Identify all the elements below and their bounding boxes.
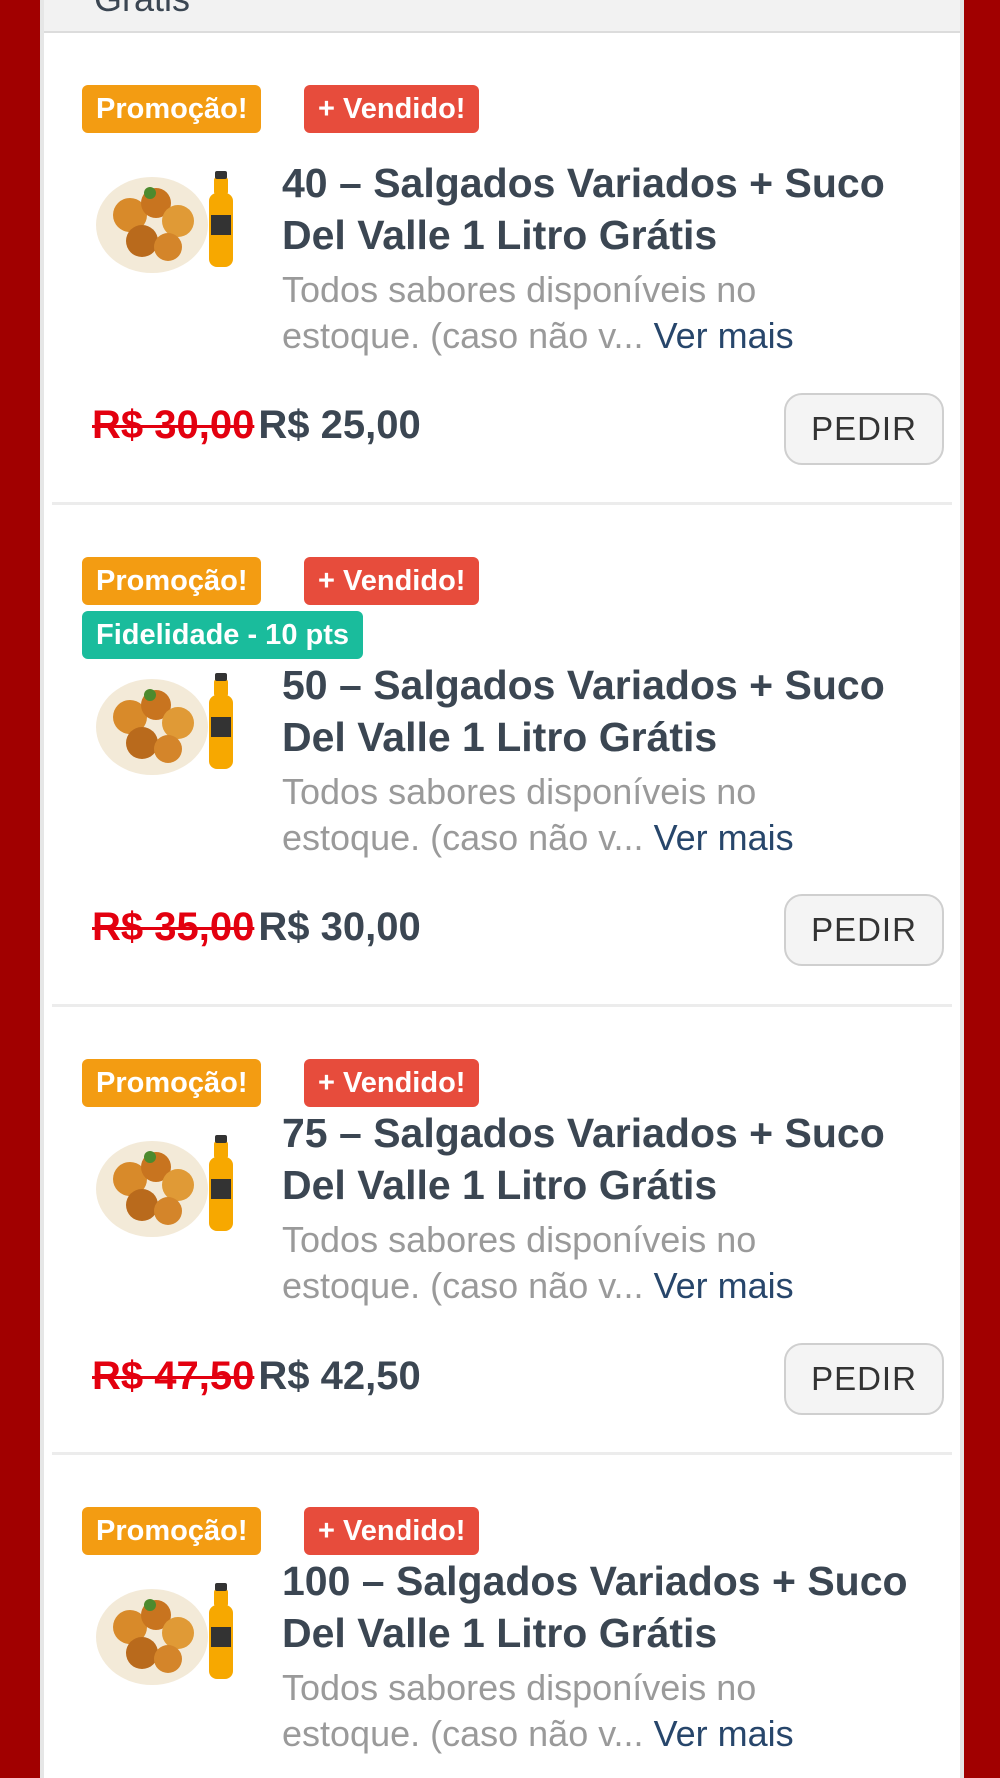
old-price: R$ 47,50 (92, 1354, 255, 1398)
promo-badge: Promoção! (82, 1507, 262, 1555)
price-row: R$ 30,00 R$ 25,00 (92, 403, 421, 448)
loyalty-badge: Fidelidade - 10 pts (82, 611, 363, 659)
order-button[interactable]: PEDIR (784, 1343, 944, 1415)
promo-badge: Promoção! (82, 557, 262, 605)
old-price: R$ 35,00 (92, 905, 255, 949)
product-description: Todos sabores disponíveis no estoque. (c… (282, 267, 842, 359)
product-card[interactable]: Promoção! + Vendido! 75 – Salgados Varia… (52, 1007, 952, 1455)
product-card[interactable]: Promoção! + Vendido! Fidelidade - 10 pts… (52, 505, 952, 1007)
product-card[interactable]: Promoção! + Vendido! 40 – Salgados Varia… (52, 33, 952, 505)
price-row: R$ 35,00 R$ 30,00 (92, 905, 421, 950)
product-description: Todos sabores disponíveis no estoque. (c… (282, 1665, 842, 1757)
product-list-panel: Grátis Promoção! + Vendido! 40 – Salgado… (40, 0, 964, 1778)
previous-item-fragment: Grátis (44, 0, 960, 33)
best-seller-badge: + Vendido! (304, 1507, 480, 1555)
product-title[interactable]: 50 – Salgados Variados + Suco Del Valle … (282, 659, 952, 763)
best-seller-badge: + Vendido! (304, 1059, 480, 1107)
product-card[interactable]: Promoção! + Vendido! 100 – Salgados Vari… (52, 1455, 952, 1778)
old-price: R$ 30,00 (92, 403, 255, 447)
promo-badge: Promoção! (82, 1059, 262, 1107)
see-more-link[interactable]: Ver mais (654, 817, 794, 858)
current-price: R$ 30,00 (258, 905, 421, 949)
product-image[interactable] (92, 1575, 242, 1695)
product-image[interactable] (92, 665, 242, 785)
product-image[interactable] (92, 1127, 242, 1247)
product-title[interactable]: 75 – Salgados Variados + Suco Del Valle … (282, 1107, 952, 1211)
product-description: Todos sabores disponíveis no estoque. (c… (282, 769, 842, 861)
previous-item-text: Grátis (94, 0, 190, 20)
best-seller-badge: + Vendido! (304, 557, 480, 605)
price-row: R$ 47,50 R$ 42,50 (92, 1354, 421, 1399)
current-price: R$ 42,50 (258, 1354, 421, 1398)
current-price: R$ 25,00 (258, 403, 421, 447)
best-seller-badge: + Vendido! (304, 85, 480, 133)
see-more-link[interactable]: Ver mais (654, 1265, 794, 1306)
order-button[interactable]: PEDIR (784, 894, 944, 966)
product-image[interactable] (92, 163, 242, 283)
see-more-link[interactable]: Ver mais (654, 1713, 794, 1754)
product-title[interactable]: 40 – Salgados Variados + Suco Del Valle … (282, 157, 952, 261)
see-more-link[interactable]: Ver mais (654, 315, 794, 356)
order-button[interactable]: PEDIR (784, 393, 944, 465)
product-title[interactable]: 100 – Salgados Variados + Suco Del Valle… (282, 1555, 952, 1659)
promo-badge: Promoção! (82, 85, 262, 133)
product-description: Todos sabores disponíveis no estoque. (c… (282, 1217, 842, 1309)
